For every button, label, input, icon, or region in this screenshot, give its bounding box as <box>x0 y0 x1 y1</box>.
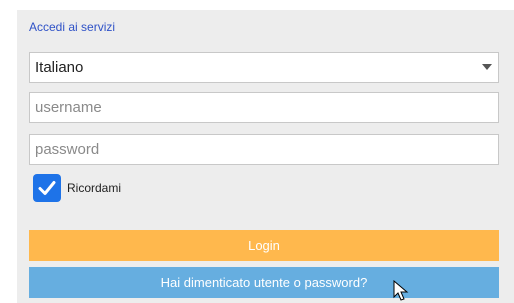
login-panel: Accedi ai servizi Italiano Ricordami Log… <box>17 10 514 303</box>
chevron-down-icon[interactable] <box>482 64 492 70</box>
password-input[interactable] <box>29 134 499 165</box>
services-link[interactable]: Accedi ai servizi <box>29 20 115 34</box>
remember-me-checkbox[interactable] <box>33 174 61 202</box>
language-select-value: Italiano <box>35 59 84 76</box>
remember-me-label: Ricordami <box>67 181 122 195</box>
remember-me-option[interactable]: Ricordami <box>33 174 121 202</box>
username-input[interactable] <box>29 92 499 123</box>
forgot-credentials-button[interactable]: Hai dimenticato utente o password? <box>29 267 499 298</box>
check-icon <box>38 181 56 195</box>
language-select[interactable]: Italiano <box>29 52 499 83</box>
login-button[interactable]: Login <box>29 230 499 261</box>
mouse-pointer-icon <box>393 280 409 301</box>
